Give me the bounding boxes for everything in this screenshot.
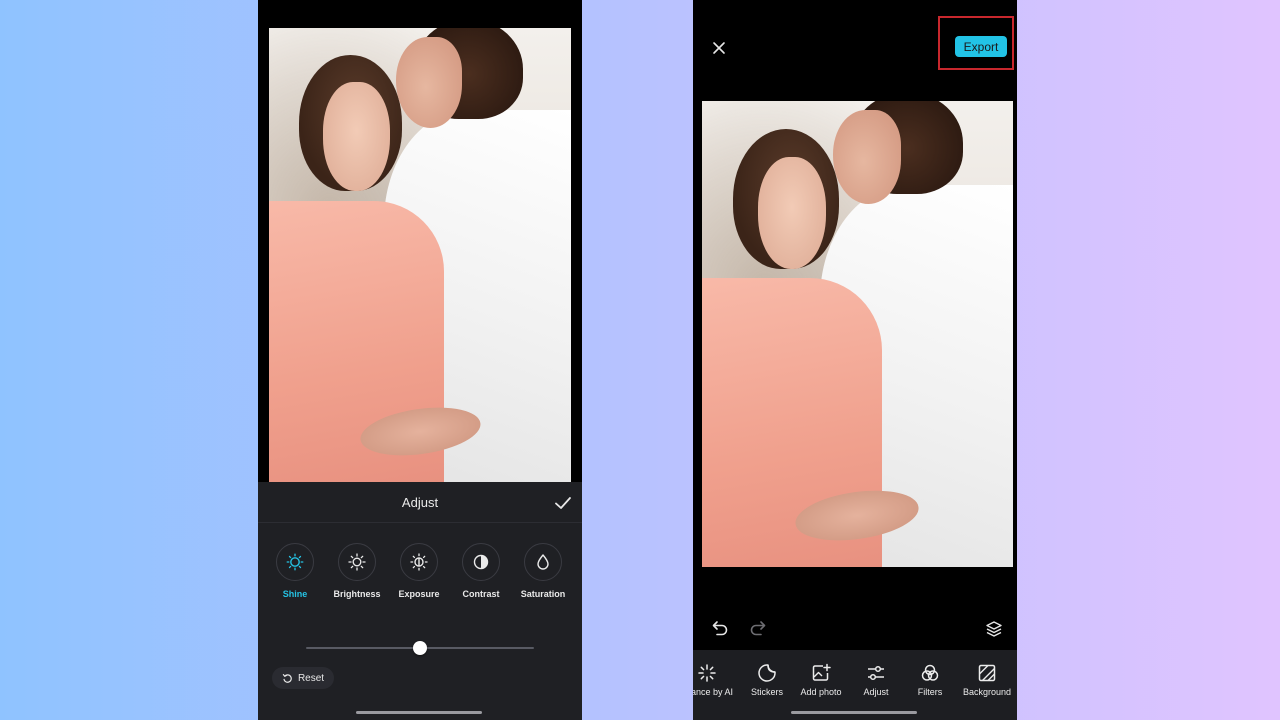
adjust-title: Adjust [401,495,439,510]
tool-label: Contrast [462,589,500,599]
checkmark-icon[interactable] [554,494,572,512]
background-icon [978,664,996,682]
tool-exposure[interactable]: Exposure [388,543,450,603]
add-photo-icon [812,663,831,681]
toolbar-label: Background [962,687,1012,697]
photo-preview [269,28,571,482]
tool-label: Shine [282,589,308,599]
reset-icon [282,673,292,683]
undo-icon[interactable] [711,618,729,636]
phone-right-editor-screen: Export ance by AI Stickers Add photo Adj… [693,0,1017,720]
export-highlight-box [938,16,1014,70]
contrast-icon [473,554,489,570]
tool-label: Exposure [398,589,440,599]
sun-outline-icon [286,553,304,571]
tool-shine[interactable]: Shine [264,543,326,603]
drop-icon [537,554,549,570]
tool-label: Brightness [333,589,381,599]
photo-canvas[interactable] [702,101,1013,567]
toolbar-add-photo[interactable]: Add photo [794,662,848,697]
divider [258,522,582,523]
tool-saturation[interactable]: Saturation [512,543,574,603]
layers-icon[interactable] [985,620,1003,638]
toolbar-label: Filters [917,687,943,697]
toolbar-adjust[interactable]: Adjust [849,662,903,697]
toolbar-label: Stickers [750,687,783,697]
toolbar-label: Add photo [800,687,842,697]
redo-icon[interactable] [749,618,767,636]
sun-icon [348,553,366,571]
sparkle-icon [698,664,716,682]
exposure-icon [410,553,428,571]
adjust-header: Adjust [258,482,582,522]
adjust-tools: Shine Brightness Exposure Contrast Satur… [264,543,582,603]
home-indicator[interactable] [791,711,917,714]
phone-left-adjust-screen: Adjust Shine Brightness Exposure Contras… [258,0,582,720]
toolbar-label: ance by AI [693,687,733,697]
adjust-panel: Adjust Shine Brightness Exposure Contras… [258,482,582,720]
toolbar-enhance-by-ai[interactable]: ance by AI [693,662,747,697]
filters-icon [921,664,939,681]
home-indicator[interactable] [356,711,482,714]
bottom-toolbar: ance by AI Stickers Add photo Adjust Fil… [693,650,1017,720]
sticker-icon [758,664,776,682]
reset-button[interactable]: Reset [272,667,334,689]
tool-brightness[interactable]: Brightness [326,543,388,603]
sliders-icon [868,665,884,681]
slider-thumb[interactable] [413,641,427,655]
tool-label: Saturation [520,589,566,599]
toolbar-stickers[interactable]: Stickers [740,662,794,697]
shine-slider[interactable] [306,640,534,656]
toolbar-filters[interactable]: Filters [903,662,957,697]
reset-label: Reset [297,672,325,684]
toolbar-background[interactable]: Background [960,662,1014,697]
toolbar-label: Adjust [863,687,889,697]
close-icon[interactable] [711,40,727,56]
tool-contrast[interactable]: Contrast [450,543,512,603]
